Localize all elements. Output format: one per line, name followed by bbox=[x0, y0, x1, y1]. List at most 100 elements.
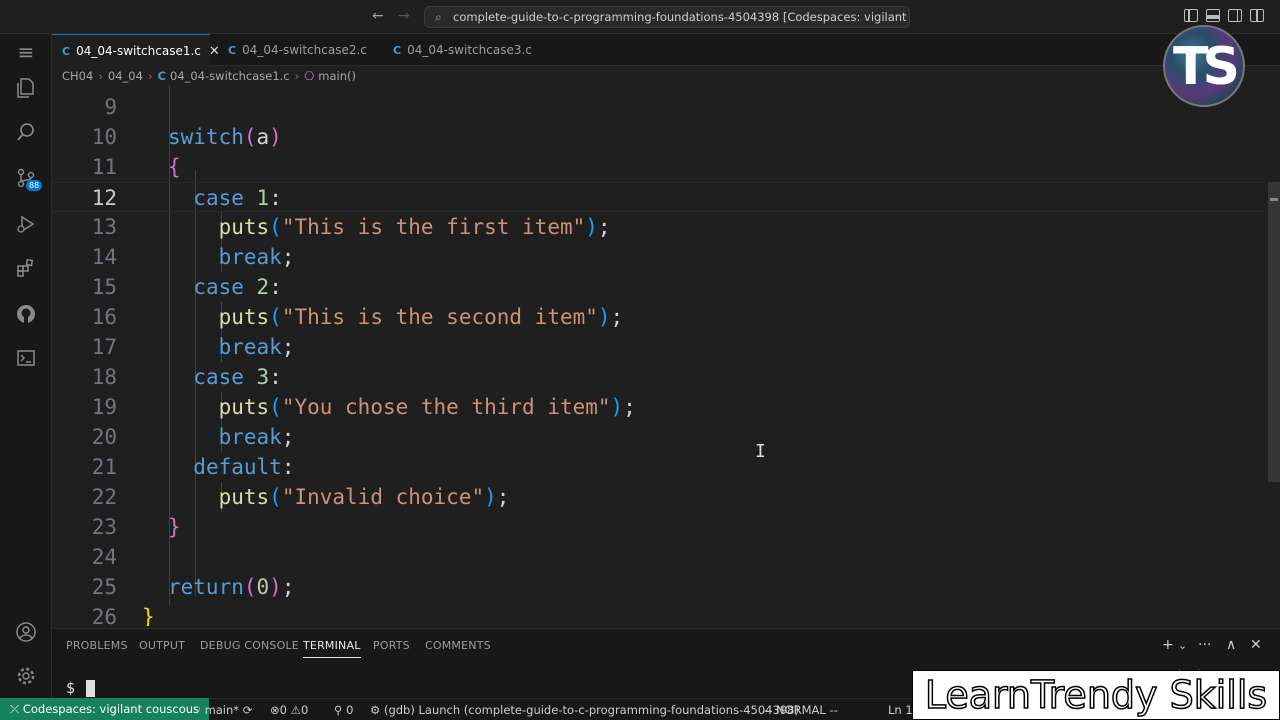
forward-arrow-icon[interactable]: → bbox=[398, 8, 410, 24]
tab-label: 04_04-switchcase2.c bbox=[242, 43, 367, 57]
vim-mode: -- NORMAL -- bbox=[764, 703, 838, 717]
code-line: 10 switch(a) bbox=[52, 122, 1264, 152]
tab-switchcase2[interactable]: C 04_04-switchcase2.c bbox=[218, 34, 378, 66]
command-center-search[interactable]: ⌕ complete-guide-to-c-programming-founda… bbox=[424, 6, 910, 28]
tab-label: 04_04-switchcase3.c bbox=[407, 43, 532, 57]
tab-problems[interactable]: PROBLEMS bbox=[66, 639, 128, 652]
antenna-icon: ⚲ bbox=[334, 703, 347, 717]
terminal-view-icon[interactable] bbox=[0, 340, 52, 376]
line-number: 16 bbox=[91, 305, 117, 329]
keyword-token: default bbox=[193, 455, 282, 479]
code-line: 13 puts("This is the first item"); bbox=[52, 212, 1264, 242]
remote-icon: ⤫ bbox=[10, 702, 23, 716]
code-line: 18 case 3: bbox=[52, 362, 1264, 392]
code-line: 9 bbox=[52, 92, 1264, 122]
customize-layout-icon[interactable] bbox=[1250, 9, 1264, 22]
tab-ports[interactable]: PORTS bbox=[373, 639, 410, 652]
string-token: "You chose the third item" bbox=[281, 395, 611, 419]
code-line: 26} bbox=[52, 602, 1264, 626]
chevron-right-icon: › bbox=[147, 69, 153, 83]
explorer-icon[interactable] bbox=[0, 70, 52, 106]
chevron-down-icon[interactable]: ⌄ bbox=[1178, 639, 1187, 652]
code-line: 21 default: bbox=[52, 452, 1264, 482]
toggle-panel-icon[interactable] bbox=[1206, 9, 1220, 22]
code-line: 25 return(0); bbox=[52, 572, 1264, 602]
tab-switchcase1[interactable]: C 04_04-switchcase1.c ✕ bbox=[52, 34, 220, 66]
c-file-icon: C bbox=[62, 45, 71, 58]
code-line: 17 break; bbox=[52, 332, 1264, 362]
line-number: 15 bbox=[91, 275, 117, 299]
c-file-icon: C bbox=[393, 44, 402, 57]
title-bar: ← → ⌕ complete-guide-to-c-programming-fo… bbox=[0, 0, 1280, 34]
extensions-icon[interactable] bbox=[0, 250, 52, 286]
keyword-token: switch bbox=[168, 125, 244, 149]
close-panel-icon[interactable]: ✕ bbox=[1250, 637, 1262, 653]
remote-indicator[interactable]: ⤫ Codespaces: vigilant couscous bbox=[0, 698, 210, 720]
function-token: puts bbox=[218, 485, 270, 509]
channel-logo: TS bbox=[1163, 25, 1245, 107]
account-icon[interactable] bbox=[0, 614, 52, 650]
tab-switchcase3[interactable]: C 04_04-switchcase3.c bbox=[383, 34, 543, 66]
keyword-token: break bbox=[218, 245, 282, 269]
brace-token: } bbox=[142, 605, 155, 626]
menu-icon[interactable]: ≡ bbox=[0, 34, 52, 70]
tab-terminal[interactable]: TERMINAL bbox=[303, 639, 361, 658]
line-number: 17 bbox=[91, 335, 117, 359]
breadcrumb-item[interactable]: 04_04 bbox=[108, 69, 143, 83]
keyword-token: case bbox=[193, 365, 244, 389]
github-icon[interactable] bbox=[0, 296, 52, 332]
c-file-icon: C bbox=[228, 44, 237, 57]
editor-tabs: C 04_04-switchcase1.c ✕ C 04_04-switchcase2… bbox=[52, 34, 1280, 66]
more-actions-icon[interactable]: ··· bbox=[1198, 637, 1211, 653]
code-line: 16 puts("This is the second item"); bbox=[52, 302, 1264, 332]
keyword-token: case bbox=[193, 186, 244, 210]
line-number: 22 bbox=[91, 485, 117, 509]
line-number: 13 bbox=[91, 215, 117, 239]
maximize-panel-icon[interactable]: ∧ bbox=[1226, 637, 1236, 653]
identifier-token: a bbox=[256, 125, 270, 149]
back-arrow-icon[interactable]: ← bbox=[372, 8, 384, 24]
breadcrumb-item[interactable]: 04_04-switchcase1.c bbox=[170, 69, 290, 83]
line-number: 26 bbox=[91, 605, 117, 626]
code-line: 14 break; bbox=[52, 242, 1264, 272]
breadcrumb-item[interactable]: CH04 bbox=[62, 69, 93, 83]
brace-token: { bbox=[168, 155, 181, 179]
function-token: puts bbox=[218, 215, 270, 239]
code-line: 11 { bbox=[52, 152, 1264, 182]
tab-output[interactable]: OUTPUT bbox=[139, 639, 185, 652]
search-icon: ⌕ bbox=[435, 10, 442, 24]
terminal-prompt: $ bbox=[66, 679, 76, 697]
problems-status[interactable]: ⊗0 ⚠0 bbox=[270, 699, 308, 720]
line-number: 18 bbox=[91, 365, 117, 389]
cursor-position[interactable]: Ln 1 bbox=[888, 699, 913, 720]
activity-bar: ≡ 88 bbox=[0, 34, 52, 698]
line-number: 12 bbox=[91, 186, 117, 210]
settings-gear-icon[interactable] bbox=[0, 658, 52, 694]
run-debug-icon[interactable] bbox=[0, 206, 52, 242]
tab-comments[interactable]: COMMENTS bbox=[425, 639, 491, 652]
string-token: "This is the first item" bbox=[281, 215, 586, 239]
terminal-cursor bbox=[86, 680, 95, 697]
tab-debug-console[interactable]: DEBUG CONSOLE bbox=[200, 639, 299, 652]
new-terminal-icon[interactable]: + bbox=[1162, 637, 1174, 653]
source-control-icon[interactable]: 88 bbox=[0, 160, 52, 196]
search-icon[interactable] bbox=[0, 114, 52, 150]
text-cursor-icon: I bbox=[755, 441, 766, 462]
keyword-token: return bbox=[168, 575, 244, 599]
editor-scrollbar[interactable] bbox=[1268, 182, 1280, 482]
ports-status[interactable]: ⚲ 0 bbox=[334, 699, 353, 720]
function-token: puts bbox=[218, 305, 270, 329]
toggle-primary-sidebar-icon[interactable] bbox=[1184, 9, 1198, 22]
keyword-token: break bbox=[218, 335, 282, 359]
code-line: 19 puts("You chose the third item"); bbox=[52, 392, 1264, 422]
branch-status[interactable]: ⑂ main* ⟳ bbox=[194, 699, 252, 720]
line-number: 24 bbox=[91, 545, 117, 569]
chevron-right-icon: › bbox=[98, 69, 103, 83]
breadcrumb-item[interactable]: main() bbox=[318, 69, 356, 83]
debug-icon: ⚙ bbox=[370, 703, 384, 717]
warning-icon: ⚠ bbox=[290, 703, 301, 717]
debug-launch-status[interactable]: ⚙ (gdb) Launch (complete-guide-to-c-prog… bbox=[370, 699, 799, 720]
line-number: 25 bbox=[91, 575, 117, 599]
toggle-secondary-sidebar-icon[interactable] bbox=[1228, 9, 1242, 22]
code-editor[interactable]: 9 10 switch(a) 11{ 12 case 1: 13 puts("Th… bbox=[52, 86, 1280, 626]
